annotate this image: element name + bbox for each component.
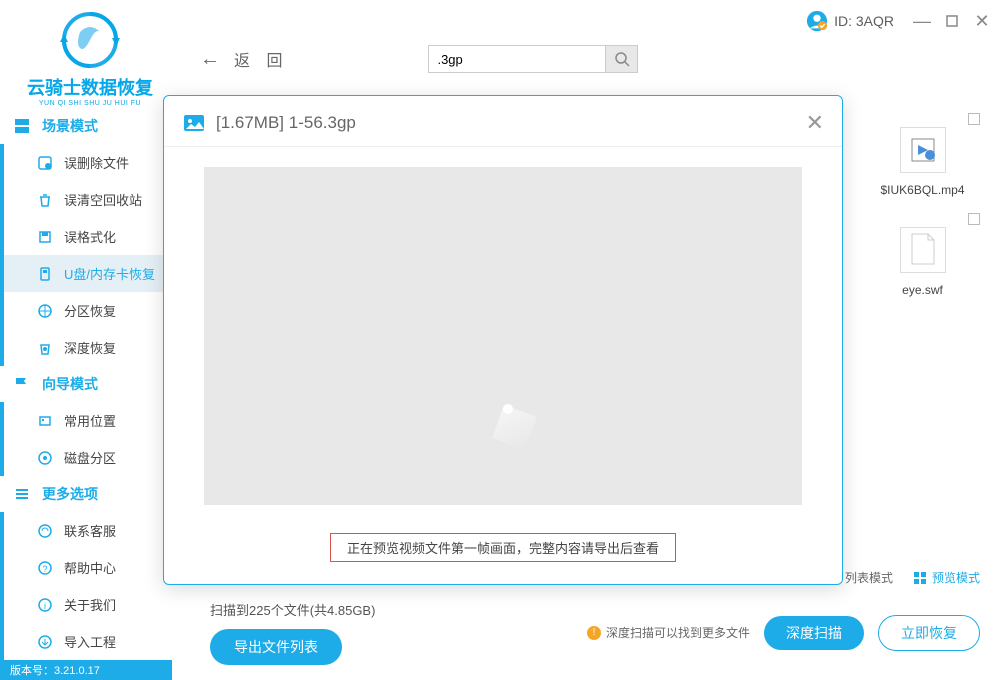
deep-icon: [36, 339, 54, 357]
svg-text:i: i: [44, 601, 46, 611]
file-item[interactable]: $IUK6BQL.mp4: [845, 127, 1000, 197]
scan-status-text: 扫描到225个文件(共4.85GB): [210, 600, 375, 619]
usb-icon: [36, 265, 54, 283]
modal-title: [1.67MB] 1-56.3gp: [216, 113, 796, 133]
scene-icon: [12, 116, 32, 136]
app-logo: 云骑士数据恢复 YUN QI SHI SHU JU HUI FU: [20, 8, 160, 107]
nav-recycle-bin[interactable]: 误清空回收站: [0, 181, 172, 218]
back-label: 返 回: [234, 47, 288, 71]
nav-common-location[interactable]: 常用位置: [0, 402, 172, 439]
nav-format[interactable]: 误格式化: [0, 218, 172, 255]
back-arrow-icon: ←: [200, 48, 226, 71]
section-more-options[interactable]: 更多选项: [0, 476, 172, 512]
close-button[interactable]: ✕: [974, 13, 990, 29]
logo-subtitle: YUN QI SHI SHU JU HUI FU: [20, 100, 160, 107]
grid-icon: [913, 571, 927, 585]
preview-modal: [1.67MB] 1-56.3gp ✕ 正在预览视频文件第一帧画面，完整内容请导…: [163, 95, 843, 585]
menu-icon: [12, 484, 32, 504]
svg-text:?: ?: [42, 564, 47, 574]
nav-deleted-files[interactable]: 误删除文件: [0, 144, 172, 181]
headset-icon: [36, 522, 54, 540]
deep-scan-tip: ! 深度扫描可以找到更多文件: [587, 624, 750, 641]
flag-icon: [12, 374, 32, 394]
nav-deep-recovery[interactable]: 深度恢复: [0, 329, 172, 366]
back-button[interactable]: ← 返 回: [200, 47, 288, 71]
search-icon: [614, 51, 630, 67]
user-icon: [806, 10, 828, 32]
file-checkbox[interactable]: [968, 113, 980, 125]
logo-title: 云骑士数据恢复: [20, 74, 160, 100]
file-thumb-icon: [900, 227, 946, 273]
nav-help-center[interactable]: ?帮助中心: [0, 549, 172, 586]
user-id-text: ID: 3AQR: [834, 13, 894, 29]
video-thumb-icon: [900, 127, 946, 173]
nav-partition[interactable]: 分区恢复: [0, 292, 172, 329]
image-icon: [182, 111, 206, 135]
info-icon: i: [36, 596, 54, 614]
nav-usb-recovery[interactable]: U盘/内存卡恢复: [0, 255, 172, 292]
trash-icon: [36, 191, 54, 209]
file-checkbox[interactable]: [968, 213, 980, 225]
user-id-badge: ID: 3AQR: [806, 10, 894, 32]
recover-button[interactable]: 立即恢复: [878, 615, 980, 651]
search-input[interactable]: [428, 45, 606, 73]
maximize-button[interactable]: [944, 13, 960, 29]
nav-contact-support[interactable]: 联系客服: [0, 512, 172, 549]
warning-icon: !: [587, 626, 601, 640]
search-button[interactable]: [606, 45, 638, 73]
preview-canvas: [204, 167, 802, 505]
nav-disk-partition[interactable]: 磁盘分区: [0, 439, 172, 476]
deep-scan-button[interactable]: 深度扫描: [764, 616, 864, 650]
loading-spinner: [503, 404, 513, 414]
location-icon: [36, 412, 54, 430]
nav-about[interactable]: i关于我们: [0, 586, 172, 623]
file-name: $IUK6BQL.mp4: [880, 183, 964, 197]
help-icon: ?: [36, 559, 54, 577]
minimize-button[interactable]: —: [914, 13, 930, 29]
file-icon: [36, 154, 54, 172]
view-preview-tab[interactable]: 预览模式: [913, 569, 980, 586]
modal-close-button[interactable]: ✕: [806, 110, 824, 136]
file-item[interactable]: eye.swf: [845, 227, 1000, 297]
import-icon: [36, 633, 54, 651]
loading-trail: [492, 405, 537, 450]
file-name: eye.swf: [902, 283, 943, 297]
export-list-button[interactable]: 导出文件列表: [210, 629, 342, 665]
sidebar: 场景模式 误删除文件 误清空回收站 误格式化 U盘/内存卡恢复 分区恢复 深度恢…: [0, 108, 172, 662]
version-label: 版本号：3.21.0.17: [0, 660, 172, 680]
nav-import-project[interactable]: 导入工程: [0, 623, 172, 660]
section-scene-mode[interactable]: 场景模式: [0, 108, 172, 144]
disk-icon: [36, 228, 54, 246]
section-wizard-mode[interactable]: 向导模式: [0, 366, 172, 402]
modal-message: 正在预览视频文件第一帧画面，完整内容请导出后查看: [330, 533, 676, 562]
partition-icon: [36, 302, 54, 320]
hdd-icon: [36, 449, 54, 467]
